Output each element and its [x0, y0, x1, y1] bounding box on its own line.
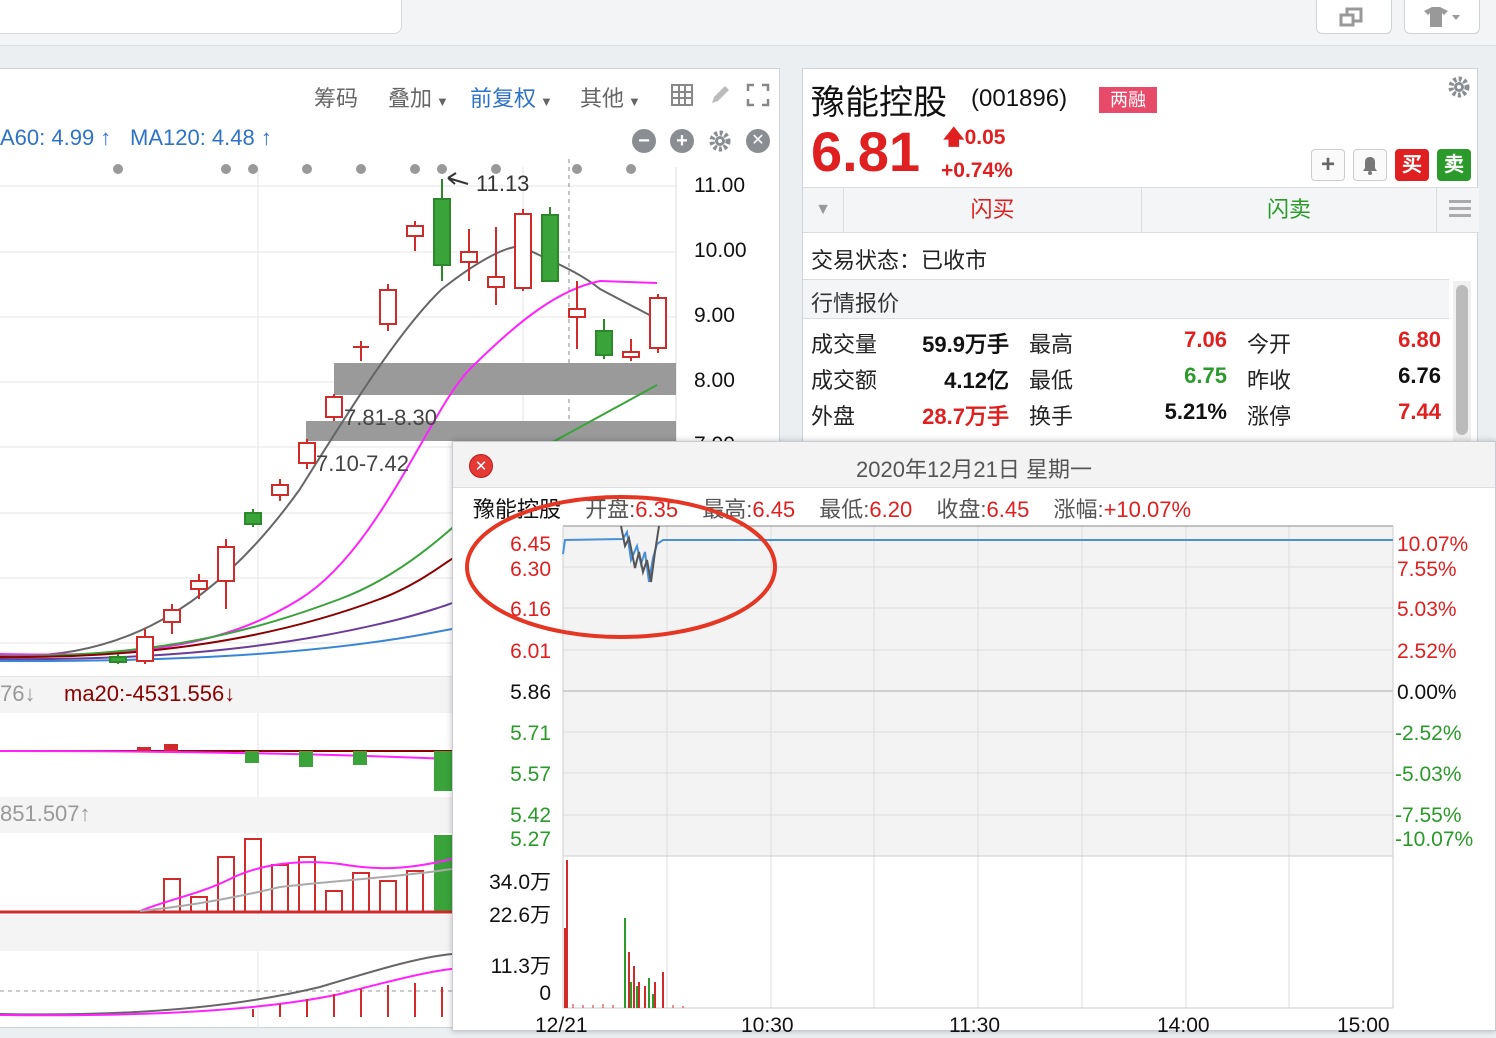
price-axis-label: 5.57 [510, 763, 551, 786]
price-axis-label: 6.16 [510, 598, 551, 621]
quote-key: 外盘 [811, 404, 856, 429]
quote-key: 成交量 [811, 332, 878, 357]
time-axis-label: 12/21 [535, 1014, 588, 1037]
price-tick: 11.00 [694, 174, 745, 197]
price-axis-label: 6.45 [510, 533, 551, 556]
arrow-up-icon: 🡅 [943, 126, 965, 149]
top-bar [0, 0, 1496, 46]
quote-value: 5.21% [1164, 399, 1227, 424]
price-axis-label: 5.42 [510, 804, 551, 827]
shirt-menu-button[interactable] [1404, 0, 1480, 34]
quote-key: 涨停 [1247, 404, 1292, 429]
quote-key: 成交额 [811, 368, 878, 393]
add-watchlist-button[interactable]: + [1311, 149, 1345, 181]
quote-value: 59.9万手 [922, 332, 1009, 357]
intraday-chart-svg [465, 495, 1394, 1009]
time-axis-label: 11:30 [949, 1014, 1000, 1037]
price-change-pct: +0.74% [941, 159, 1013, 182]
pct-axis-label: 5.03% [1397, 598, 1457, 621]
volume-axis-label: 11.3万 [490, 955, 551, 978]
shirt-icon [1424, 6, 1460, 27]
pct-axis-label: 7.55% [1397, 558, 1457, 581]
quote-key: 换手 [1029, 404, 1074, 429]
last-price: 6.81 [811, 120, 920, 183]
pct-axis-label: 10.07% [1397, 533, 1469, 556]
search-box[interactable] [0, 0, 402, 34]
ma20-prefix: 76↓ [0, 681, 36, 706]
sell-button[interactable]: 卖 [1437, 149, 1471, 181]
intraday-popup: ✕ 2020年12月21日 星期一 豫能控股 开盘:6.35 最高:6.45 最… [452, 441, 1496, 1037]
time-axis-label: 14:00 [1157, 1014, 1210, 1037]
window-icon [1339, 7, 1363, 26]
pct-axis-label: -5.03% [1395, 763, 1462, 786]
quote-value: 6.76 [1398, 363, 1441, 388]
zone-label-1: 7.81-8.30 [344, 405, 437, 430]
price-tick: 9.00 [694, 304, 735, 327]
vol-ma-text: 851.507↑ [0, 801, 91, 826]
zone-label-2: 7.10-7.42 [316, 451, 409, 476]
pct-axis-label: -10.07% [1395, 828, 1474, 851]
alert-button[interactable] [1353, 149, 1387, 181]
buy-button[interactable]: 买 [1395, 149, 1429, 181]
collapse-icon[interactable]: ▼ [803, 188, 843, 232]
price-axis-label: 6.01 [510, 640, 551, 663]
trade-status: 交易状态：已收市 [811, 248, 988, 273]
flash-buy-button[interactable]: 闪买 [843, 188, 1141, 232]
price-axis-label: 6.30 [510, 558, 551, 581]
quote-panel: 豫能控股 (001896) 两融 6.81 🡅0.05 +0.74% + 买 卖… [802, 68, 1479, 448]
stock-code: (001896) [971, 85, 1068, 112]
quote-value: 7.44 [1398, 399, 1441, 424]
high-marker-label: 11.13 [476, 171, 530, 196]
price-change: 🡅0.05 [943, 123, 1005, 158]
section-title: 行情报价 [811, 291, 900, 316]
price-tick: 10.00 [694, 239, 747, 262]
quote-key: 今开 [1247, 332, 1292, 357]
scrollbar[interactable] [1453, 281, 1471, 447]
quote-section-header: 行情报价 [803, 279, 1449, 319]
menu-icon[interactable] [1449, 196, 1471, 221]
gear-icon[interactable] [1447, 75, 1471, 99]
price-change-value: 0.05 [964, 126, 1006, 149]
pct-axis-label: 2.52% [1397, 640, 1457, 663]
volume-axis-label: 22.6万 [489, 904, 551, 927]
stock-name: 豫能控股 [811, 84, 947, 122]
price-tick: 8.00 [694, 369, 735, 392]
ma20-text: ma20:-4531.556↓ [64, 681, 236, 706]
time-axis-label: 10:30 [741, 1014, 794, 1037]
margin-badge: 两融 [1099, 87, 1157, 113]
quote-value: 28.7万手 [922, 404, 1009, 429]
flash-trade-bar: ▼ 闪买 闪卖 [803, 187, 1479, 233]
flash-sell-button[interactable]: 闪卖 [1141, 188, 1437, 232]
price-axis-label: 5.71 [510, 722, 551, 745]
volume-axis-label: 34.0万 [489, 871, 551, 894]
quote-value: 6.80 [1398, 327, 1441, 352]
pct-axis-label: 0.00% [1397, 681, 1457, 704]
window-mode-button[interactable] [1316, 0, 1392, 34]
quote-key: 最低 [1029, 368, 1074, 393]
quote-value: 4.12亿 [944, 368, 1009, 393]
time-axis-label: 15:00 [1337, 1014, 1390, 1037]
quote-value: 7.06 [1184, 327, 1227, 352]
price-axis-label: 5.27 [510, 828, 551, 851]
volume-axis-label: 0 [539, 982, 551, 1005]
bell-icon [1363, 157, 1377, 175]
pct-axis-label: -7.55% [1395, 804, 1462, 827]
quote-key: 最高 [1029, 332, 1074, 357]
price-axis-label: 5.86 [510, 681, 551, 704]
pct-axis-label: -2.52% [1395, 722, 1462, 745]
quote-value: 6.75 [1184, 363, 1227, 388]
quote-key: 昨收 [1247, 368, 1292, 393]
